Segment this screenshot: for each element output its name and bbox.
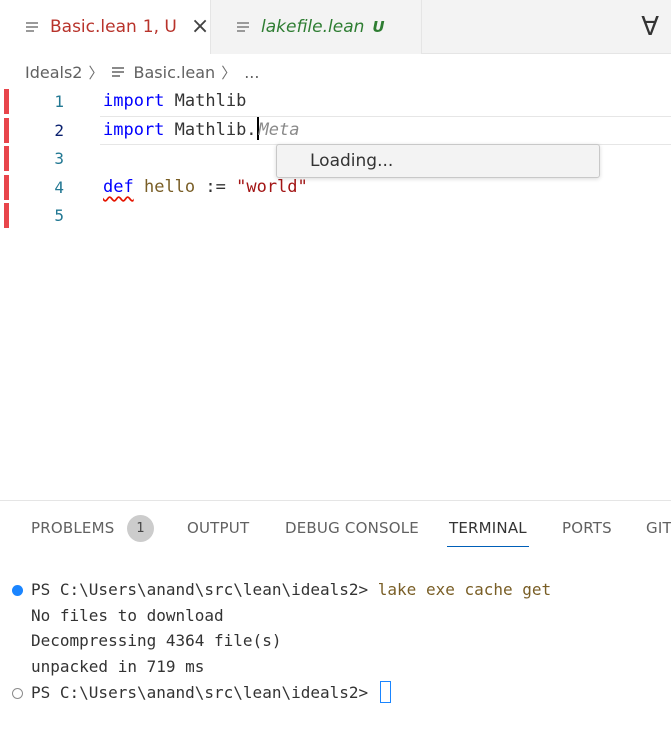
tab-status: U [372,18,385,36]
terminal-line: No files to download [31,606,224,625]
error-gutter-marker [4,175,9,200]
terminal-command: lake exe cache get [377,580,552,599]
error-gutter-marker [4,203,9,228]
command-pending-dot-icon[interactable] [12,688,23,699]
line-number: 4 [54,178,64,197]
keyword: import [103,91,165,111]
tab-ports[interactable]: PORTS [562,519,612,537]
breadcrumb: Ideals2 〉 Basic.lean 〉 ... [25,60,259,84]
code-text: := [195,177,237,197]
error-gutter-marker [4,118,9,143]
terminal-cursor [379,681,391,703]
file-lines-icon [237,21,251,33]
file-lines-icon [111,66,126,78]
code-text: Mathlib. [164,120,257,140]
bottom-panel: PROBLEMS 1 OUTPUT DEBUG CONSOLE TERMINAL… [0,500,671,756]
terminal-line: PS C:\Users\anand\src\lean\ideals2> lake… [31,577,551,603]
breadcrumb-folder[interactable]: Ideals2 [25,63,82,82]
tab-git[interactable]: GIT [646,519,671,537]
terminal-prompt: PS C:\Users\anand\src\lean\ideals2> [31,580,378,599]
command-success-dot-icon[interactable] [12,585,23,596]
line-number: 1 [54,92,64,111]
terminal-line: Decompressing 4364 file(s) [31,631,282,650]
problems-count-badge: 1 [127,515,154,542]
code-line[interactable]: 1 import Mathlib [0,87,671,116]
breadcrumb-file[interactable]: Basic.lean [134,63,216,82]
keyword: import [103,120,165,140]
terminal-prompt: PS C:\Users\anand\src\lean\ideals2> [31,683,378,702]
line-number: 3 [54,149,64,168]
tab-output[interactable]: OUTPUT [187,519,249,537]
editor-tab-bar: Basic.lean 1, U × lakefile.lean U ∀ [0,0,671,54]
tab-terminal[interactable]: TERMINAL [447,519,529,547]
tab-label: lakefile.lean [261,17,365,37]
panel-tab-bar: PROBLEMS 1 OUTPUT DEBUG CONSOLE TERMINAL… [0,501,671,555]
line-number: 2 [54,121,64,140]
terminal-line: unpacked in 719 ms [31,657,205,676]
suggestion-widget[interactable]: Loading... [276,144,600,178]
tab-basic-lean[interactable]: Basic.lean 1, U × [0,0,211,54]
code-line[interactable]: 5 [0,201,671,230]
lean-infoview-icon[interactable]: ∀ [641,12,659,42]
tab-lakefile-lean[interactable]: lakefile.lean U [211,0,422,54]
line-number: 5 [54,206,64,225]
string-literal: "world" [236,177,308,197]
chevron-right-icon: 〉 [221,63,237,82]
terminal-line: PS C:\Users\anand\src\lean\ideals2> [31,680,391,706]
error-gutter-marker [4,146,9,171]
inline-suggestion: Meta [258,120,300,140]
chevron-right-icon: 〉 [88,63,104,82]
tab-label: Basic.lean [50,17,137,37]
tab-debug-console[interactable]: DEBUG CONSOLE [285,519,419,537]
tab-problems[interactable]: PROBLEMS [31,519,114,537]
error-gutter-marker [4,89,9,114]
keyword-with-error[interactable]: def [103,177,134,197]
close-icon[interactable]: × [191,16,209,38]
function-name: hello [143,177,196,197]
code-line-current[interactable]: 2 import Mathlib. Meta [0,116,671,145]
file-lines-icon [26,21,40,33]
breadcrumb-more[interactable]: ... [244,63,259,82]
code-text: Mathlib [164,91,247,111]
tab-status: 1, U [142,17,177,37]
